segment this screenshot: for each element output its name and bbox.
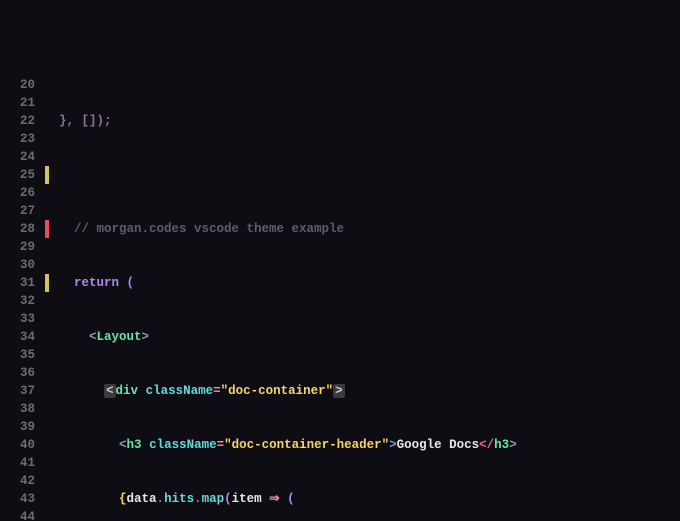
- line-number: 27: [0, 202, 35, 220]
- code-editor[interactable]: 2021222324252627282930313233343536373839…: [0, 72, 680, 521]
- line-number: 21: [0, 94, 35, 112]
- line-number: 30: [0, 256, 35, 274]
- code-line: <div className="doc-container">: [59, 382, 517, 400]
- line-number: 31: [0, 274, 35, 292]
- line-number: 37: [0, 382, 35, 400]
- code-line: return (: [59, 274, 517, 292]
- line-number: 22: [0, 112, 35, 130]
- code-area[interactable]: }, []); // morgan.codes vscode theme exa…: [51, 72, 517, 521]
- line-number: 24: [0, 148, 35, 166]
- cursor-icon: <: [104, 384, 116, 398]
- line-number: 26: [0, 184, 35, 202]
- line-number: 23: [0, 130, 35, 148]
- line-number: 33: [0, 310, 35, 328]
- line-number: 36: [0, 364, 35, 382]
- line-number: 44: [0, 508, 35, 521]
- line-number: 29: [0, 238, 35, 256]
- line-number: 42: [0, 472, 35, 490]
- line-number: 34: [0, 328, 35, 346]
- code-line: {data.hits.map(item ⇒ (: [59, 490, 517, 508]
- code-line: <h3 className="doc-container-header">Goo…: [59, 436, 517, 454]
- code-line: }, []);: [59, 112, 517, 130]
- line-number: 28: [0, 220, 35, 238]
- line-number: 41: [0, 454, 35, 472]
- code-line: // morgan.codes vscode theme example: [59, 220, 517, 238]
- line-number-gutter: 2021222324252627282930313233343536373839…: [0, 72, 45, 521]
- line-number: 32: [0, 292, 35, 310]
- line-number: 39: [0, 418, 35, 436]
- code-line: <Layout>: [59, 328, 517, 346]
- line-number: 25: [0, 166, 35, 184]
- line-number: 38: [0, 400, 35, 418]
- line-number: 35: [0, 346, 35, 364]
- line-number: 40: [0, 436, 35, 454]
- line-number: 43: [0, 490, 35, 508]
- code-line: [59, 166, 517, 184]
- line-number: 20: [0, 76, 35, 94]
